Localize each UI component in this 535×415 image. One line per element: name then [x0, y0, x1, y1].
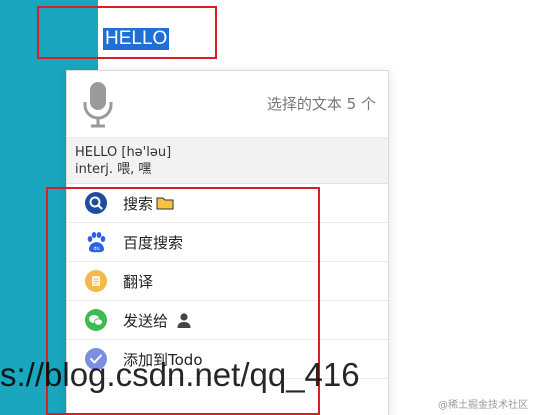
menu-item-label: 翻译	[123, 272, 154, 291]
menu-item-baidu-search[interactable]: du 百度搜索	[67, 223, 388, 262]
menu-item-translate[interactable]: 翻译	[67, 262, 388, 301]
svg-text:du: du	[93, 246, 99, 252]
popup-header: 选择的文本 5 个	[67, 71, 388, 138]
dictionary-word: HELLO [hə'ləu]	[75, 145, 172, 160]
menu-item-label: 添加到Todo	[123, 350, 203, 369]
source-watermark: @稀土掘金技术社区	[438, 400, 528, 411]
todo-check-icon	[85, 348, 107, 370]
menu-item-send-to[interactable]: 发送给	[67, 301, 388, 340]
contact-avatar-icon	[177, 313, 191, 328]
menu-item-label: 百度搜索	[123, 233, 184, 252]
dictionary-panel: HELLO [hə'ləu] interj. 喂, 嘿	[67, 138, 388, 184]
menu-item-label: 发送给	[123, 311, 169, 330]
wechat-icon	[85, 309, 107, 331]
microphone-icon[interactable]	[81, 82, 115, 128]
menu-item-label: 搜索	[123, 194, 154, 213]
search-icon	[85, 192, 107, 214]
selected-count-label: 选择的文本 5 个	[266, 95, 376, 113]
action-menu: 搜索 du 百度搜索 翻译 发送给 添加到Todo	[67, 184, 388, 379]
menu-item-search[interactable]: 搜索	[67, 184, 388, 223]
annotation-box-selection	[37, 6, 217, 59]
folder-icon	[156, 197, 174, 210]
baidu-paw-icon: du	[87, 232, 106, 253]
screen: HELLO 选择的文本 5 个 HELLO [hə'ləu] interj. 喂…	[0, 0, 535, 415]
menu-item-add-to-todo[interactable]: 添加到Todo	[67, 340, 388, 379]
dictionary-definition: interj. 喂, 嘿	[75, 162, 152, 177]
translate-icon	[85, 270, 107, 292]
selection-popup: 选择的文本 5 个 HELLO [hə'ləu] interj. 喂, 嘿 搜索	[66, 70, 389, 415]
